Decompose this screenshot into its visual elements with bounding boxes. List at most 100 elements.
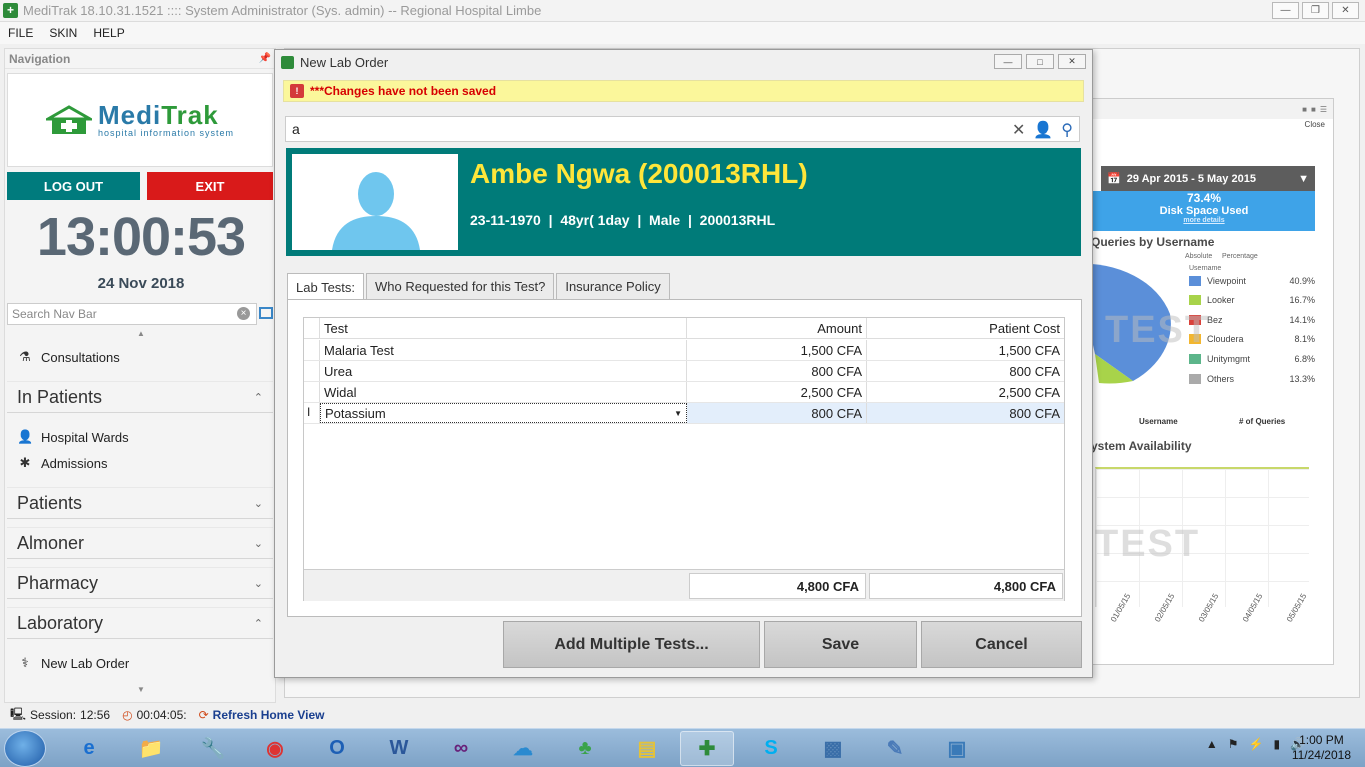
nav-group-almoner[interactable]: Almoner ⌄ [7, 527, 273, 559]
patient-search-input[interactable]: a ✕ 👤 ⚲ [285, 116, 1080, 142]
refresh-home-view-link[interactable]: Refresh Home View [213, 708, 325, 722]
add-multiple-tests-button[interactable]: Add Multiple Tests... [503, 621, 760, 668]
table-row[interactable]: Malaria Test 1,500 CFA 1,500 CFA [304, 340, 1064, 361]
meditrak-app-icon [281, 55, 294, 69]
navigation-header: Navigation 📌 [5, 49, 275, 69]
disk-space-widget[interactable]: 73.4% Disk Space Used more details [1093, 191, 1315, 231]
table-row[interactable]: Urea 800 CFA 800 CFA [304, 361, 1064, 382]
tab-lab-tests[interactable]: Lab Tests: [287, 273, 365, 300]
menu-file[interactable]: FILE [8, 26, 33, 40]
menu-help[interactable]: HELP [93, 26, 124, 40]
nav-group-pharmacy[interactable]: Pharmacy ⌄ [7, 567, 273, 599]
lab-tests-grid: Test Amount Patient Cost Malaria Test 1,… [303, 317, 1065, 601]
visual-studio-icon[interactable]: ∞ [434, 731, 488, 766]
logout-button[interactable]: LOG OUT [7, 172, 140, 200]
outlook-icon[interactable]: O [310, 731, 364, 766]
nav-item-admissions[interactable]: ✱ Admissions [17, 455, 108, 471]
search-nav-input[interactable]: Search Nav Bar × [7, 303, 257, 325]
table-row-editing[interactable]: I Potassium ▼ 800 CFA 800 CFA [304, 403, 1064, 424]
cancel-button[interactable]: Cancel [921, 621, 1082, 668]
nav-layout-icon[interactable] [259, 307, 273, 319]
clear-icon[interactable]: ✕ [1012, 120, 1025, 140]
navigation-title: Navigation [9, 51, 71, 66]
scroll-down-icon[interactable]: ▼ [137, 685, 145, 694]
screenshot-app-icon[interactable]: ▣ [930, 731, 984, 766]
clock: 13:00:53 [36, 207, 246, 267]
table-row[interactable]: Widal 2,500 CFA 2,500 CFA [304, 382, 1064, 403]
timer-icon: ◴ [122, 708, 133, 722]
save-button[interactable]: Save [764, 621, 917, 668]
chrome-icon[interactable]: ◉ [248, 731, 302, 766]
clover-app-icon[interactable]: ♣ [558, 731, 612, 766]
skype-icon[interactable]: S [744, 731, 798, 766]
flag-icon[interactable]: ⚑ [1228, 737, 1239, 751]
test-select[interactable]: Potassium ▼ [320, 403, 687, 423]
disk-more-link[interactable]: more details [1093, 217, 1315, 224]
start-button[interactable] [4, 730, 46, 767]
dropdown-arrow-icon[interactable]: ▼ [674, 409, 682, 418]
network-app-icon[interactable]: ▩ [806, 731, 860, 766]
dialog-maximize-button[interactable]: □ [1026, 54, 1054, 69]
tools-icon[interactable]: 🔧 [186, 731, 240, 766]
meditrak-app-icon: + [3, 3, 18, 18]
nav-group-in-patients[interactable]: In Patients ⌃ [7, 381, 273, 413]
column-patient-cost[interactable]: Patient Cost [867, 318, 1064, 338]
internet-explorer-icon[interactable]: e [62, 731, 116, 766]
text-cursor-icon: I [307, 405, 311, 419]
nav-group-patients[interactable]: Patients ⌄ [7, 487, 273, 519]
close-button[interactable]: ✕ [1332, 2, 1359, 19]
search-icon[interactable]: ⚲ [1061, 120, 1073, 140]
toolbar-icon[interactable]: ■ [1302, 105, 1307, 114]
menu-skin[interactable]: SKIN [49, 26, 77, 40]
nav-item-hospital-wards[interactable]: 👤 Hospital Wards [17, 429, 129, 445]
dialog-titlebar: New Lab Order [275, 50, 1092, 74]
patient-lookup-icon[interactable]: 👤 [1033, 120, 1053, 140]
clear-icon[interactable]: × [237, 307, 250, 320]
session-timer: 00:04:05: [136, 708, 187, 722]
nav-group-laboratory[interactable]: Laboratory ⌃ [7, 607, 273, 639]
dialog-minimize-button[interactable]: — [994, 54, 1022, 69]
total-patient-cost: 4,800 CFA [869, 573, 1063, 599]
cloud-app-icon[interactable]: ☁ [496, 731, 550, 766]
test-watermark: TEST [1105, 309, 1211, 351]
legend-percentage[interactable]: Percentage [1222, 253, 1258, 260]
word-icon[interactable]: W [372, 731, 426, 766]
navigation-panel: Navigation 📌 MediTrak hospital informati… [4, 48, 276, 703]
file-explorer-icon[interactable]: 📁 [124, 731, 178, 766]
scroll-up-icon[interactable]: ▲ [137, 329, 145, 338]
notes-app-icon[interactable]: ▤ [620, 731, 674, 766]
tray-expand-icon[interactable]: ▲ [1206, 737, 1218, 751]
patient-card: Ambe Ngwa (200013RHL) 23-11-1970 | 48yr(… [286, 148, 1081, 256]
column-test[interactable]: Test [320, 318, 687, 338]
menu-bar: FILE SKIN HELP [0, 22, 1365, 44]
nav-item-new-lab-order[interactable]: ⚕ New Lab Order [17, 655, 129, 671]
tab-insurance-policy[interactable]: Insurance Policy [556, 273, 670, 299]
restore-button[interactable]: ❐ [1302, 2, 1329, 19]
date-range-picker[interactable]: 📅 29 Apr 2015 - 5 May 2015 ▼ [1101, 166, 1315, 191]
taskbar-clock[interactable]: 1:00 PM 11/24/2018 [1292, 733, 1351, 763]
exit-button[interactable]: EXIT [147, 172, 273, 200]
minimize-button[interactable]: — [1272, 2, 1299, 19]
tab-who-requested[interactable]: Who Requested for this Test? [366, 273, 555, 299]
legend-absolute[interactable]: Absolute [1185, 253, 1212, 260]
consultations-icon: ⚗ [19, 349, 31, 364]
hospital-wards-icon: 👤 [17, 429, 34, 444]
patient-info: 23-11-1970 | 48yr( 1day | Male | 200013R… [470, 212, 776, 228]
column-amount[interactable]: Amount [687, 318, 867, 338]
grid-header: Test Amount Patient Cost [304, 318, 1064, 339]
menu-icon[interactable]: ☰ [1320, 105, 1327, 114]
dialog-close-button[interactable]: ✕ [1058, 54, 1086, 69]
legend-row: Viewpoint 40.9% [1189, 276, 1315, 286]
column-username[interactable]: Username [1139, 417, 1178, 426]
dashboard-close-link[interactable]: Close [1305, 120, 1325, 129]
nav-item-consultations[interactable]: ⚗ Consultations [17, 349, 120, 365]
pin-icon[interactable]: 📌 [259, 53, 271, 64]
power-icon[interactable]: ⚡ [1248, 737, 1263, 751]
window-title: MediTrak 18.10.31.1521 :::: System Admin… [23, 3, 542, 18]
notepad-icon[interactable]: ✎ [868, 731, 922, 766]
meditrak-taskbar-icon[interactable]: ✚ [680, 731, 734, 766]
patient-photo [292, 154, 458, 250]
column-queries[interactable]: # of Queries [1239, 417, 1285, 426]
network-signal-icon[interactable]: ▮ [1273, 737, 1280, 751]
toolbar-icon[interactable]: ■ [1311, 105, 1316, 114]
